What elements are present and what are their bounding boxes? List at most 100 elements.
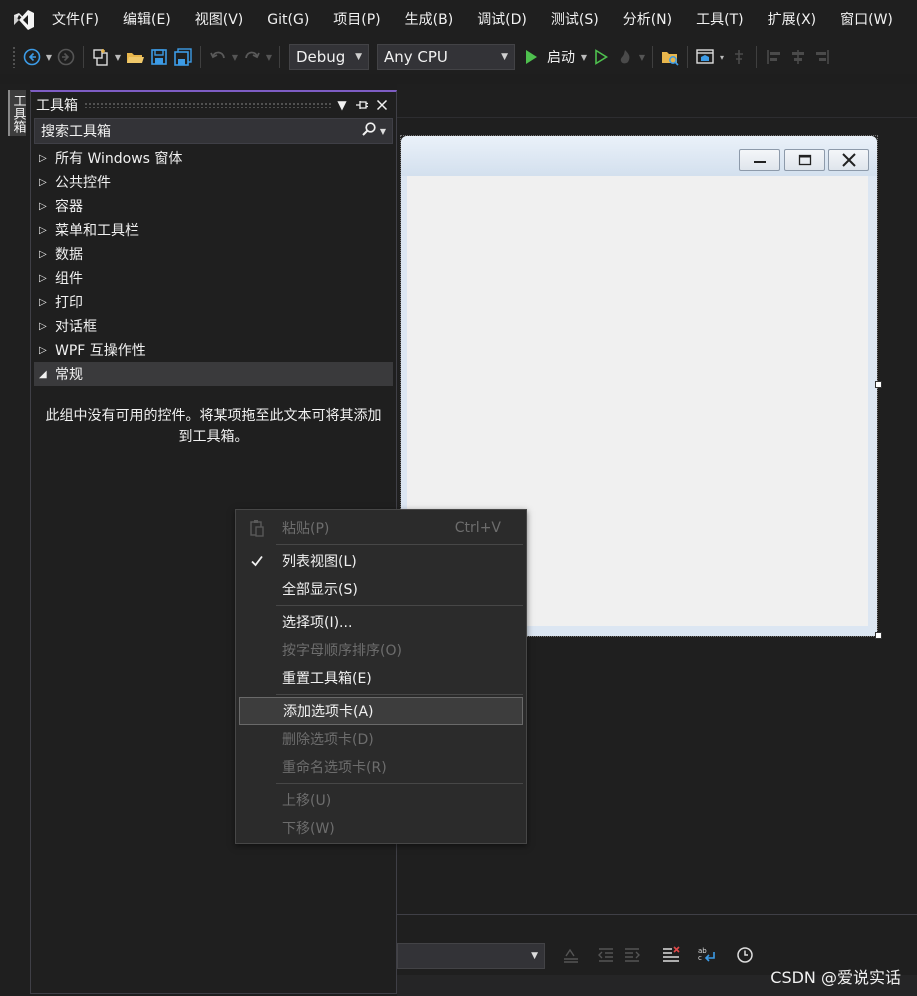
align-lefts-icon[interactable] [762, 45, 786, 69]
search-icon[interactable] [361, 121, 377, 141]
toolbox-group-containers[interactable]: ▷ 容器 [31, 194, 396, 218]
toolbox-group-components[interactable]: ▷ 组件 [31, 266, 396, 290]
resize-handle-bottom-right[interactable] [875, 632, 882, 639]
watermark: CSDN @爱说实话 [770, 968, 901, 987]
align-rights-icon[interactable] [810, 45, 834, 69]
menu-bar: 文件(F) 编辑(E) 视图(V) Git(G) 项目(P) 生成(B) 调试(… [0, 0, 917, 40]
toolbox-group-label: 菜单和工具栏 [55, 223, 139, 239]
open-folder-icon[interactable] [123, 45, 147, 69]
navigate-back-icon[interactable] [20, 45, 44, 69]
toolbox-search-box[interactable]: 搜索工具箱 ▼ [34, 118, 393, 144]
start-debugging-icon[interactable] [519, 45, 543, 69]
menu-item-choose-items[interactable]: 选择项(I)... [239, 608, 523, 636]
save-icon[interactable] [147, 45, 171, 69]
start-without-debugging-icon[interactable] [589, 45, 613, 69]
expand-arrow-icon[interactable]: ▷ [39, 273, 55, 284]
indent-right-icon[interactable] [621, 944, 643, 966]
start-button-label[interactable]: 启动 [547, 47, 575, 67]
clipboard-icon [247, 518, 267, 538]
toolbar-overflow-icon[interactable]: ▾ [717, 45, 727, 69]
toolbox-title: 工具箱 [36, 98, 78, 114]
menu-item-move-down[interactable]: 下移(W) [239, 814, 523, 842]
menu-item-label: 粘贴(P) [282, 521, 330, 537]
menu-extensions[interactable]: 扩展(X) [756, 0, 829, 40]
menu-test[interactable]: 测试(S) [539, 0, 611, 40]
navigate-back-dropdown-icon[interactable]: ▼ [44, 45, 54, 69]
menu-project[interactable]: 项目(P) [321, 0, 392, 40]
undo-dropdown-icon[interactable]: ▼ [230, 45, 240, 69]
align-to-grid-icon[interactable] [727, 45, 751, 69]
categorized-icon[interactable] [560, 944, 582, 966]
hot-reload-dropdown-icon[interactable]: ▼ [637, 45, 647, 69]
clear-list-icon[interactable] [660, 944, 682, 966]
indent-left-icon[interactable] [595, 944, 617, 966]
menu-item-label: 上移(U) [282, 793, 332, 809]
menu-item-add-tab[interactable]: 添加选项卡(A) [239, 697, 523, 725]
resize-handle-right[interactable] [875, 381, 882, 388]
menu-item-list-view[interactable]: 列表视图(L) [239, 547, 523, 575]
menu-item-show-all[interactable]: 全部显示(S) [239, 575, 523, 603]
solution-explorer-icon[interactable] [658, 45, 682, 69]
new-item-icon[interactable] [89, 45, 113, 69]
expand-arrow-icon[interactable]: ▷ [39, 249, 55, 260]
solution-platform-dropdown[interactable]: Any CPU ▼ [377, 44, 515, 70]
menu-file[interactable]: 文件(F) [52, 0, 111, 40]
toolbox-group-printing[interactable]: ▷ 打印 [31, 290, 396, 314]
expand-arrow-icon[interactable]: ▷ [39, 153, 55, 164]
menu-view[interactable]: 视图(V) [183, 0, 256, 40]
word-wrap-icon[interactable]: ab c [696, 944, 718, 966]
toolbox-title-bar[interactable]: 工具箱 ▼ [31, 92, 396, 118]
properties-object-dropdown[interactable]: ▼ [397, 943, 545, 969]
visual-studio-logo-icon[interactable] [10, 6, 38, 34]
solution-configuration-dropdown[interactable]: Debug ▼ [289, 44, 369, 70]
toolbox-side-tab[interactable]: 工具箱 [8, 90, 26, 136]
menu-edit[interactable]: 编辑(E) [111, 0, 183, 40]
toolbox-group-common-controls[interactable]: ▷ 公共控件 [31, 170, 396, 194]
expand-arrow-icon[interactable]: ▷ [39, 177, 55, 188]
expand-arrow-icon[interactable]: ▷ [39, 321, 55, 332]
menu-build[interactable]: 生成(B) [393, 0, 466, 40]
redo-icon[interactable] [240, 45, 264, 69]
chevron-down-icon: ▼ [531, 951, 538, 961]
menu-tools[interactable]: 工具(T) [684, 0, 755, 40]
menu-debug[interactable]: 调试(D) [465, 0, 539, 40]
menu-window[interactable]: 窗口(W) [828, 0, 905, 40]
expand-arrow-icon[interactable]: ▷ [39, 225, 55, 236]
expand-arrow-icon[interactable]: ▷ [39, 345, 55, 356]
toolbar-grip[interactable] [12, 46, 16, 68]
toolbox-group-data[interactable]: ▷ 数据 [31, 242, 396, 266]
new-item-dropdown-icon[interactable]: ▼ [113, 45, 123, 69]
menu-item-sort-alphabetically[interactable]: 按字母顺序排序(O) [239, 636, 523, 664]
toolbox-group-dialogs[interactable]: ▷ 对话框 [31, 314, 396, 338]
align-centers-icon[interactable] [786, 45, 810, 69]
form-layout-icon[interactable] [693, 45, 717, 69]
toolbox-group-all-windows-forms[interactable]: ▷ 所有 Windows 窗体 [31, 146, 396, 170]
window-position-dropdown-icon[interactable]: ▼ [332, 95, 352, 115]
save-all-icon[interactable] [171, 45, 195, 69]
menu-item-delete-tab[interactable]: 删除选项卡(D) [239, 725, 523, 753]
hot-reload-icon[interactable] [613, 45, 637, 69]
menu-analyze[interactable]: 分析(N) [611, 0, 684, 40]
toolbar-separator [83, 46, 84, 68]
menu-item-paste[interactable]: 粘贴(P) Ctrl+V [239, 514, 523, 542]
collapse-arrow-icon[interactable]: ◢ [39, 369, 55, 380]
search-options-dropdown-icon[interactable]: ▼ [380, 127, 386, 136]
checkmark-icon [247, 551, 267, 571]
menu-git[interactable]: Git(G) [255, 0, 321, 40]
toolbox-group-wpf-interop[interactable]: ▷ WPF 互操作性 [31, 338, 396, 362]
toolbox-group-menus-toolbars[interactable]: ▷ 菜单和工具栏 [31, 218, 396, 242]
expand-arrow-icon[interactable]: ▷ [39, 201, 55, 212]
undo-icon[interactable] [206, 45, 230, 69]
toolbox-group-general[interactable]: ◢ 常规 [34, 362, 393, 386]
pin-icon[interactable] [352, 95, 372, 115]
menu-item-move-up[interactable]: 上移(U) [239, 786, 523, 814]
redo-dropdown-icon[interactable]: ▼ [264, 45, 274, 69]
menu-item-reset-toolbox[interactable]: 重置工具箱(E) [239, 664, 523, 692]
clock-icon[interactable] [734, 944, 756, 966]
start-dropdown-icon[interactable]: ▼ [579, 45, 589, 69]
menu-separator [276, 783, 523, 784]
close-icon[interactable] [372, 95, 392, 115]
navigate-forward-icon[interactable] [54, 45, 78, 69]
menu-item-rename-tab[interactable]: 重命名选项卡(R) [239, 753, 523, 781]
expand-arrow-icon[interactable]: ▷ [39, 297, 55, 308]
